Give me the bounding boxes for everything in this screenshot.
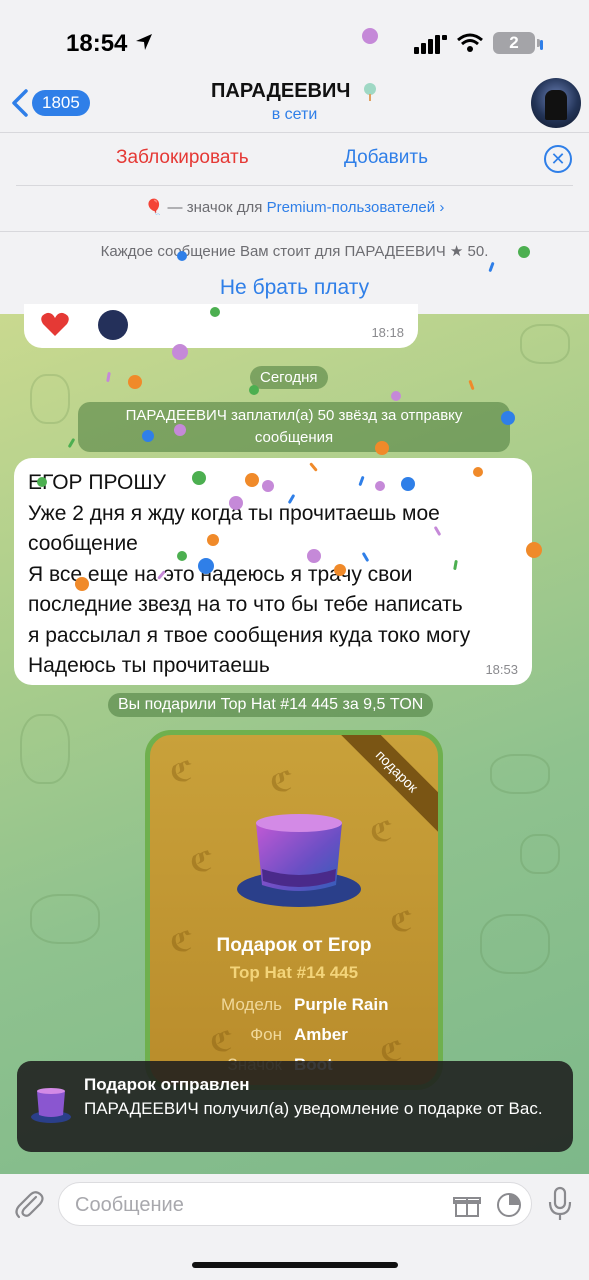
confetti-dot — [391, 391, 401, 401]
chevron-right-icon: › — [439, 199, 445, 216]
confetti-dot — [229, 496, 243, 510]
divider — [0, 132, 589, 133]
message-placeholder: Сообщение — [75, 1194, 184, 1216]
confetti-dot — [128, 375, 142, 389]
date-separator: Сегодня — [250, 366, 328, 389]
confetti-dot — [177, 251, 187, 261]
confetti-dot — [142, 430, 154, 442]
attribute-value: Purple Rain — [294, 995, 389, 1014]
confetti-dot — [501, 411, 515, 425]
message-bubble[interactable]: ЕГОР ПРОШУ Уже 2 дня я жду когда ты проч… — [14, 458, 532, 685]
gift-from: Подарок от Егор — [216, 935, 372, 956]
gift-sent-toast[interactable]: Подарок отправлен ПАРАДЕЕВИЧ получил(а) … — [17, 1061, 573, 1152]
paid-messages-text: Каждое сообщение Вам стоит для ПАРАДЕЕВИ… — [100, 243, 489, 260]
status-time: 18:54 — [66, 30, 128, 57]
paid-service-message: ПАРАДЕЕВИЧ заплатил(а) 50 звёзд за отпра… — [78, 402, 510, 452]
message-line: Уже 2 дня я жду когда ты прочитаешь мое — [28, 501, 440, 525]
pattern-mark: ℭ — [170, 756, 193, 787]
top-hat-icon — [31, 1088, 71, 1123]
online-status: в сети — [271, 106, 318, 123]
sticker-avatar — [98, 310, 128, 340]
message-line: сообщение — [28, 532, 138, 555]
message-time: 18:53 — [485, 662, 518, 677]
nav-bar: 1805 ПАРАДЕЕВИЧ в сети — [0, 74, 589, 132]
chat-title-text: ПАРАДЕЕВИЧ — [211, 80, 351, 102]
confetti-dot — [401, 477, 415, 491]
gift-icon[interactable] — [453, 1191, 481, 1219]
block-button[interactable]: Заблокировать — [116, 147, 249, 169]
gift-name: Top Hat #14 445 — [229, 963, 359, 982]
signal-icon — [414, 35, 447, 54]
previous-message[interactable]: 18:18 — [24, 304, 418, 348]
confetti-dot — [307, 549, 321, 563]
toast-title: Подарок отправлен — [84, 1075, 250, 1094]
confetti-dot — [37, 477, 47, 487]
confetti-dot — [362, 28, 378, 44]
pattern-mark: ℭ — [390, 906, 413, 937]
premium-info-row[interactable]: 🎈 — значок для Premium-пользователей › — [0, 186, 589, 230]
timer-icon[interactable] — [495, 1191, 523, 1219]
message-time: 18:18 — [371, 325, 404, 340]
pattern-mark: ℭ — [210, 1026, 233, 1057]
battery-indicator: 2 — [493, 32, 535, 54]
confetti-streak — [540, 40, 543, 50]
confetti-dot — [334, 564, 346, 576]
confetti-dot — [375, 441, 389, 455]
heart-emoji-icon — [41, 312, 69, 336]
status-bar: 18:54 2 — [0, 0, 589, 80]
message-composer: Сообщение — [0, 1174, 589, 1280]
confetti-dot — [192, 471, 206, 485]
confetti-dot — [245, 473, 259, 487]
home-indicator — [192, 1262, 398, 1268]
message-input[interactable]: Сообщение — [58, 1182, 532, 1226]
close-icon[interactable]: ✕ — [544, 145, 572, 173]
avatar-figure — [545, 90, 567, 120]
top-hat-icon — [237, 814, 361, 907]
attribute-key: Фон — [250, 1025, 282, 1044]
contact-avatar[interactable] — [531, 78, 581, 128]
confetti-dot — [177, 551, 187, 561]
paid-messages-row: Каждое сообщение Вам стоит для ПАРАДЕЕВИ… — [0, 232, 589, 312]
message-line: Надеюсь ты прочитаешь — [28, 654, 270, 677]
attribute-value: Amber — [294, 1025, 348, 1044]
message-line: последние звезд на то что бы тебе написа… — [28, 593, 463, 616]
add-contact-button[interactable]: Добавить — [344, 147, 428, 169]
premium-badge-icon — [363, 82, 376, 101]
toast-body: ПАРАДЕЕВИЧ получил(а) уведомление о пода… — [84, 1099, 543, 1118]
confetti-dot — [172, 344, 188, 360]
premium-badge-icon: 🎈 — [144, 199, 164, 216]
confetti-dot — [174, 424, 186, 436]
confetti-dot — [198, 558, 214, 574]
pattern-mark: ℭ — [190, 846, 213, 877]
attach-icon[interactable] — [12, 1188, 46, 1222]
confetti-dot — [249, 385, 259, 395]
premium-prefix: — значок для — [167, 199, 267, 216]
confetti-dot — [262, 480, 274, 492]
chat-title[interactable]: ПАРАДЕЕВИЧ — [0, 80, 589, 103]
chat-header: 18:54 2 1805 ПАРАДЕЕВИЧ в сети Заблокиро… — [0, 0, 589, 314]
microphone-icon[interactable] — [546, 1186, 574, 1222]
confetti-dot — [75, 577, 89, 591]
message-line: Я все еще на это надеюсь я трачу свои — [28, 562, 413, 586]
message-line: я рассылал я твое сообщения куда токо мо… — [28, 623, 471, 647]
pattern-mark: ℭ — [270, 766, 293, 797]
location-icon — [136, 34, 152, 50]
premium-link[interactable]: Premium-пользователей — [267, 199, 436, 216]
confetti-dot — [375, 481, 385, 491]
confetti-dot — [526, 542, 542, 558]
confetti-dot — [207, 534, 219, 546]
wifi-icon — [457, 33, 483, 52]
gift-service-message: Вы подарили Top Hat #14 445 за 9,5 TON — [108, 693, 434, 717]
pattern-mark: ℭ — [370, 816, 393, 847]
waive-fee-link[interactable]: Не брать плату — [0, 276, 589, 300]
gift-card[interactable]: ℭ ℭ ℭ ℭ ℭ ℭ ℭ ℭ подарок Подарок от Егор … — [145, 730, 443, 1090]
confetti-dot — [473, 467, 483, 477]
confetti-dot — [518, 246, 530, 258]
contact-actions: Заблокировать Добавить ✕ — [0, 134, 589, 184]
confetti-dot — [210, 307, 220, 317]
attribute-key: Модель — [220, 995, 282, 1014]
